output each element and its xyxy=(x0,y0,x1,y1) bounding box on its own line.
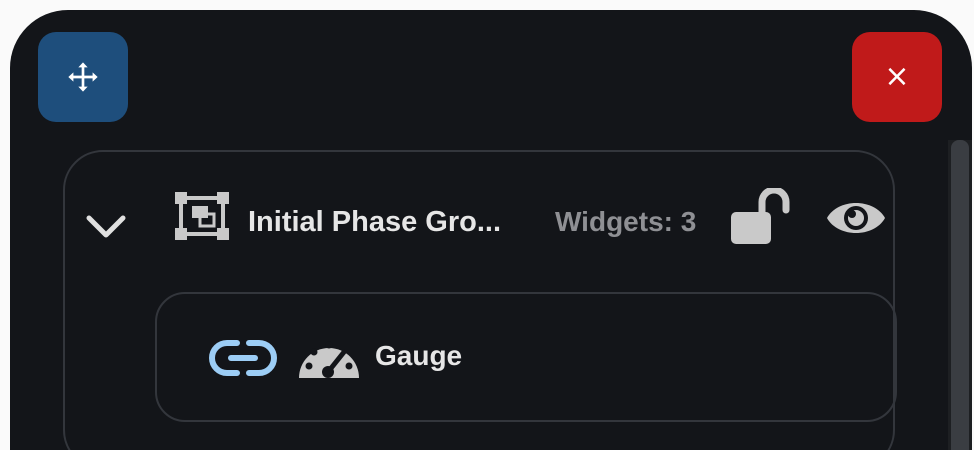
scrollbar-thumb[interactable] xyxy=(951,140,969,450)
link-icon[interactable] xyxy=(209,338,277,378)
widget-layers-panel: × Initial Phase Gro... Widgets: 3 Gauge xyxy=(10,10,972,450)
close-button[interactable]: × xyxy=(852,32,942,122)
chevron-down-icon[interactable] xyxy=(85,206,127,248)
group-name[interactable]: Initial Phase Gro... xyxy=(248,206,501,239)
move-button[interactable] xyxy=(38,32,128,122)
group-card: Initial Phase Gro... Widgets: 3 Gauge xyxy=(63,150,897,450)
close-icon: × xyxy=(884,59,910,94)
widget-count: Widgets: 3 xyxy=(555,206,697,237)
unlocked-padlock-icon[interactable] xyxy=(727,188,793,246)
widget-item-gauge[interactable]: Gauge xyxy=(155,292,897,422)
eye-icon[interactable] xyxy=(825,194,887,242)
widget-name: Gauge xyxy=(375,340,463,371)
scrollbar[interactable] xyxy=(948,140,972,450)
group-object-icon xyxy=(175,192,229,240)
move-arrows-icon xyxy=(68,62,98,92)
gauge-icon xyxy=(299,341,359,378)
